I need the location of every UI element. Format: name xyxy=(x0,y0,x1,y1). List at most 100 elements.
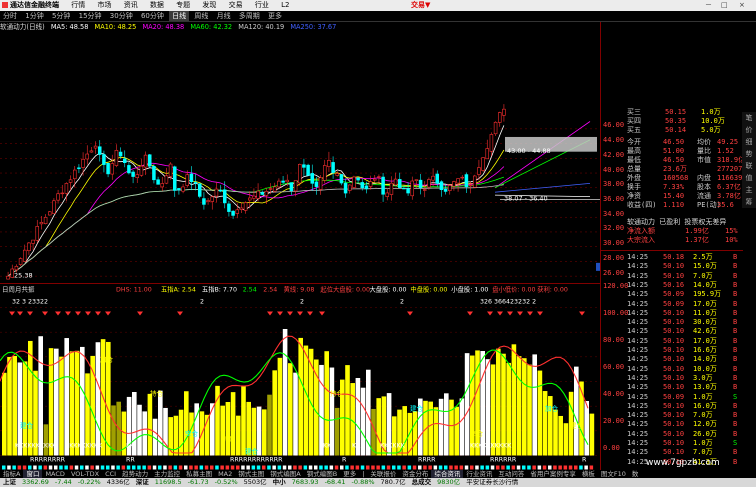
period-weekly[interactable]: 周线 xyxy=(191,11,211,21)
candle-up xyxy=(160,183,165,188)
menu-item-zixun[interactable]: 资讯 xyxy=(119,0,143,11)
info-tab[interactable]: 综合资讯 xyxy=(431,470,464,478)
signal-word: 建仓 xyxy=(570,421,584,430)
indicator-bar xyxy=(293,372,298,456)
info-tab[interactable]: 省用户案例专享 xyxy=(527,470,579,478)
indicator-bar xyxy=(475,350,480,456)
stat-label: 净资 xyxy=(627,192,641,200)
period-daily[interactable]: 日线 xyxy=(169,11,190,21)
menu-item-hangqing[interactable]: 行情 xyxy=(66,0,90,11)
close-icon[interactable]: × xyxy=(734,0,750,11)
side-tab[interactable]: 价 xyxy=(742,124,756,136)
info-tab[interactable]: 关联报价 xyxy=(367,470,399,478)
period-multi[interactable]: 多周期 xyxy=(236,11,263,21)
panel-toggle[interactable]: 图文F10 xyxy=(598,470,629,478)
side-tab[interactable]: 势 xyxy=(742,148,756,160)
info-tab[interactable]: 资金分布 xyxy=(399,470,431,478)
ma10-value: MA10: 48.25 xyxy=(94,23,137,31)
minimize-icon[interactable]: － xyxy=(700,0,717,11)
tick-time: 14:25 xyxy=(627,346,649,354)
index-name: 中小 xyxy=(272,478,286,486)
indicator-tab[interactable]: VOL-TDX xyxy=(68,470,102,478)
indicator-bar xyxy=(74,350,80,456)
trade-link[interactable]: 交易▼ xyxy=(406,0,435,11)
indicator-tab[interactable]: 主力监控 xyxy=(151,470,183,478)
indicator-tab[interactable]: 窗口 xyxy=(23,470,43,478)
candle-down xyxy=(310,173,315,184)
side-tab[interactable]: 筹 xyxy=(742,196,756,208)
indicator-tab[interactable]: 更多 xyxy=(340,470,359,478)
candle-up xyxy=(393,178,398,186)
period-60min[interactable]: 60分钟 xyxy=(138,11,167,21)
tick-volume: 7.0万 xyxy=(693,411,713,420)
indicator-bar xyxy=(527,364,532,456)
info-tab[interactable]: 行业资讯 xyxy=(463,470,495,478)
stat-value: 51.00 xyxy=(663,147,685,155)
panel-toggle[interactable]: 数 xyxy=(629,470,642,478)
indicator-tab[interactable]: 钢式主图 xyxy=(235,470,267,478)
state-block xyxy=(574,465,578,470)
k-mark: KK xyxy=(323,443,332,450)
kline-chart[interactable]: 43.00 - 44.88 38.07 - 36.40 25.38 日周月共振 DHS… xyxy=(0,32,600,477)
menu-item-shichang[interactable]: 市场 xyxy=(92,0,116,11)
menu-item-jiaoyi[interactable]: 交易 xyxy=(224,0,248,11)
indicator-tab[interactable]: 钢式编图A xyxy=(267,470,303,478)
stat-label: 最低 xyxy=(627,156,641,164)
tick-price: 50.09 xyxy=(663,290,685,299)
indicator-tab[interactable]: 指标A xyxy=(0,470,23,478)
candle-up xyxy=(460,176,465,179)
indicator-bar xyxy=(80,346,85,456)
signal-word: 建仓 xyxy=(410,404,424,413)
side-tab[interactable]: 联 xyxy=(742,160,756,172)
side-tab[interactable]: 值 xyxy=(742,172,756,184)
period-30min[interactable]: 30分钟 xyxy=(107,11,136,21)
state-block xyxy=(85,465,89,470)
candle-down xyxy=(435,173,440,184)
panel-toggle[interactable]: 横板 xyxy=(579,470,598,478)
tick-price: 50.10 xyxy=(663,308,685,317)
indicator-tab[interactable]: MACD xyxy=(42,470,67,478)
indicator-bar xyxy=(288,363,293,456)
k-mark: KKKKKK xyxy=(380,443,406,450)
state-block xyxy=(28,465,32,470)
menu-item-l2[interactable]: L2 xyxy=(276,0,294,11)
k-mark: KKKKKKKKKK xyxy=(15,443,57,450)
tick-row: 14:25 50.10 16.6万 B xyxy=(601,346,743,355)
candle-down xyxy=(439,181,444,191)
period-monthly[interactable]: 月线 xyxy=(214,11,234,21)
menu-item-shuju[interactable]: 数据 xyxy=(145,0,169,11)
indicator-tab[interactable]: MA2 xyxy=(215,470,235,478)
candle-down xyxy=(193,182,198,184)
period-1min[interactable]: 1分钟 xyxy=(22,11,46,21)
indicator-tab[interactable]: 私募主图 xyxy=(183,470,215,478)
indicator-bar xyxy=(537,370,543,456)
state-block xyxy=(251,465,256,470)
signal-word: 加仓 xyxy=(222,434,236,443)
candle-down xyxy=(222,189,227,204)
tick-time: 14:25 xyxy=(627,280,649,289)
indicator-mark: 2 xyxy=(200,299,204,306)
candle-down xyxy=(443,188,448,192)
candle-down xyxy=(314,181,319,187)
candle-up xyxy=(252,195,256,199)
menu-item-zhuanti[interactable]: 专题 xyxy=(171,0,195,11)
info-tab[interactable]: 互动问答 xyxy=(495,470,527,478)
indicator-tab[interactable]: 趋势动力 xyxy=(119,470,151,478)
candle-down xyxy=(131,171,135,177)
maximize-icon[interactable]: □ xyxy=(716,0,733,11)
tick-row: 14:25 50.10 3.0万 B xyxy=(601,374,743,383)
tick-price: 50.10 xyxy=(663,336,685,345)
side-tab[interactable]: 细 xyxy=(742,136,756,148)
side-tab[interactable]: 笔 xyxy=(742,112,756,124)
period-5min[interactable]: 5分钟 xyxy=(49,11,73,21)
state-block xyxy=(412,465,417,470)
indicator-tab[interactable]: 钢式编图B xyxy=(304,470,340,478)
menu-item-faxian[interactable]: 发现 xyxy=(197,0,221,11)
period-more[interactable]: 更多 xyxy=(265,11,285,21)
menu-item-hangye[interactable]: 行业 xyxy=(250,0,274,11)
period-15min[interactable]: 15分钟 xyxy=(76,11,105,21)
r-mark: RRRRRR xyxy=(490,457,517,464)
period-fenshi[interactable]: 分时 xyxy=(0,11,20,21)
indicator-tab[interactable]: CCI xyxy=(102,470,119,478)
side-tab[interactable]: 主 xyxy=(742,184,756,196)
